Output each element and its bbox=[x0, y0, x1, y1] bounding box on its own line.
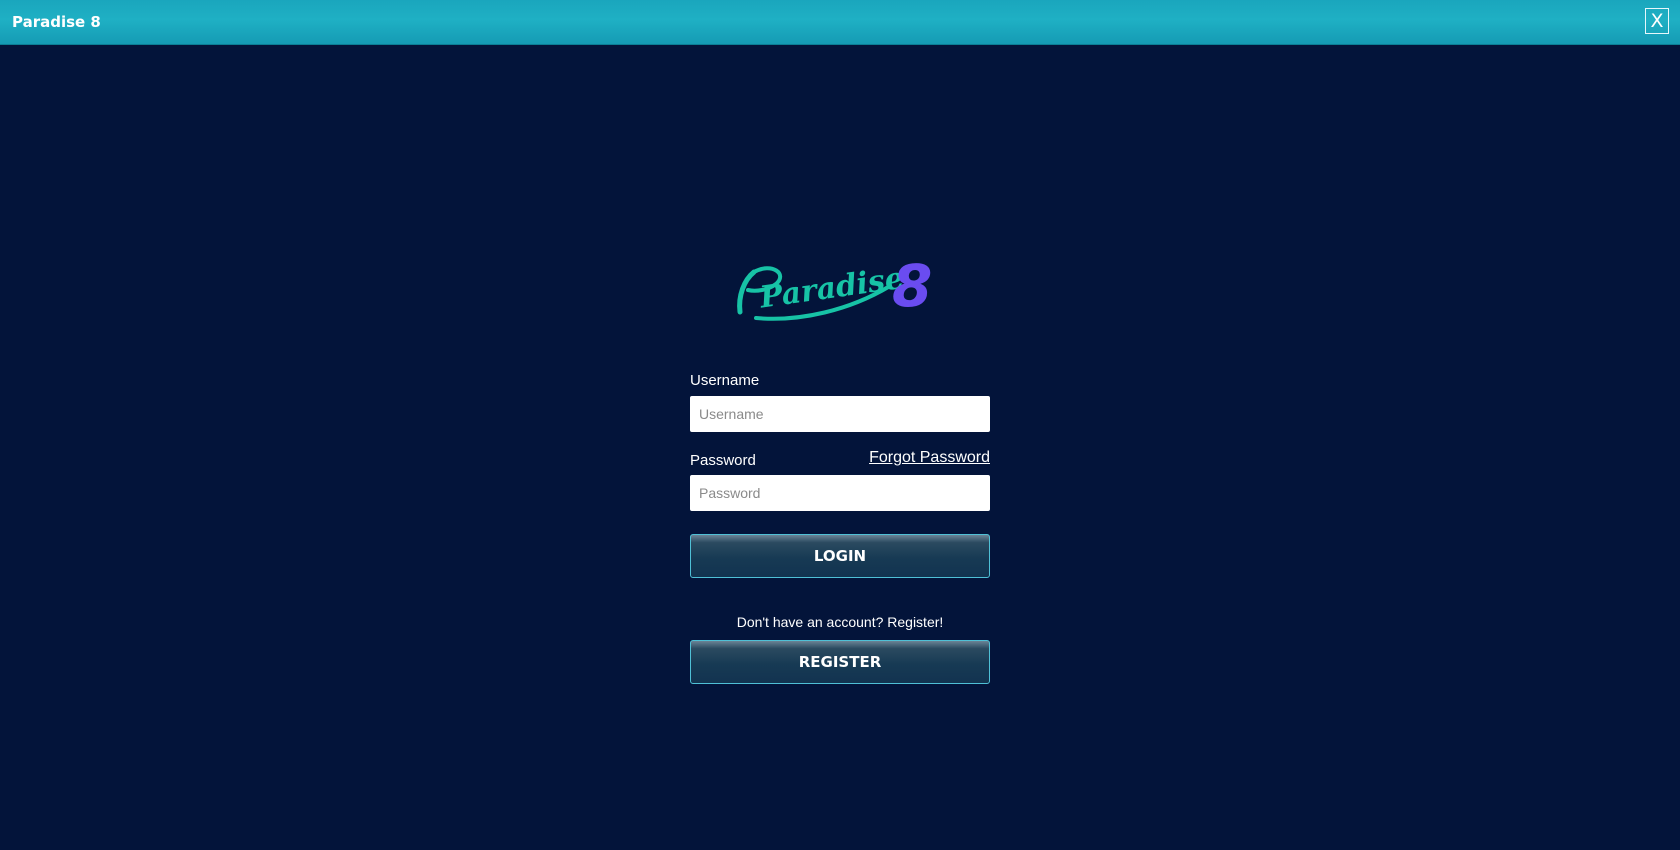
forgot-password-link[interactable]: Forgot Password bbox=[869, 449, 990, 467]
window-title: Paradise 8 bbox=[12, 13, 101, 31]
register-prompt: Don't have an account? Register! bbox=[736, 614, 944, 630]
logo-script-text: Paradise bbox=[757, 261, 906, 316]
close-button[interactable]: X bbox=[1645, 8, 1669, 34]
password-label: Password bbox=[690, 452, 756, 469]
password-input[interactable] bbox=[690, 475, 990, 511]
username-input[interactable] bbox=[690, 396, 990, 432]
logo-numeral: 8 bbox=[892, 252, 932, 320]
paradise-8-logo: Paradise 8 bbox=[730, 252, 960, 332]
username-label: Username bbox=[690, 372, 760, 389]
window-titlebar: Paradise 8 X bbox=[0, 0, 1680, 44]
login-button[interactable]: LOGIN bbox=[690, 534, 990, 578]
register-button[interactable]: REGISTER bbox=[690, 640, 990, 684]
